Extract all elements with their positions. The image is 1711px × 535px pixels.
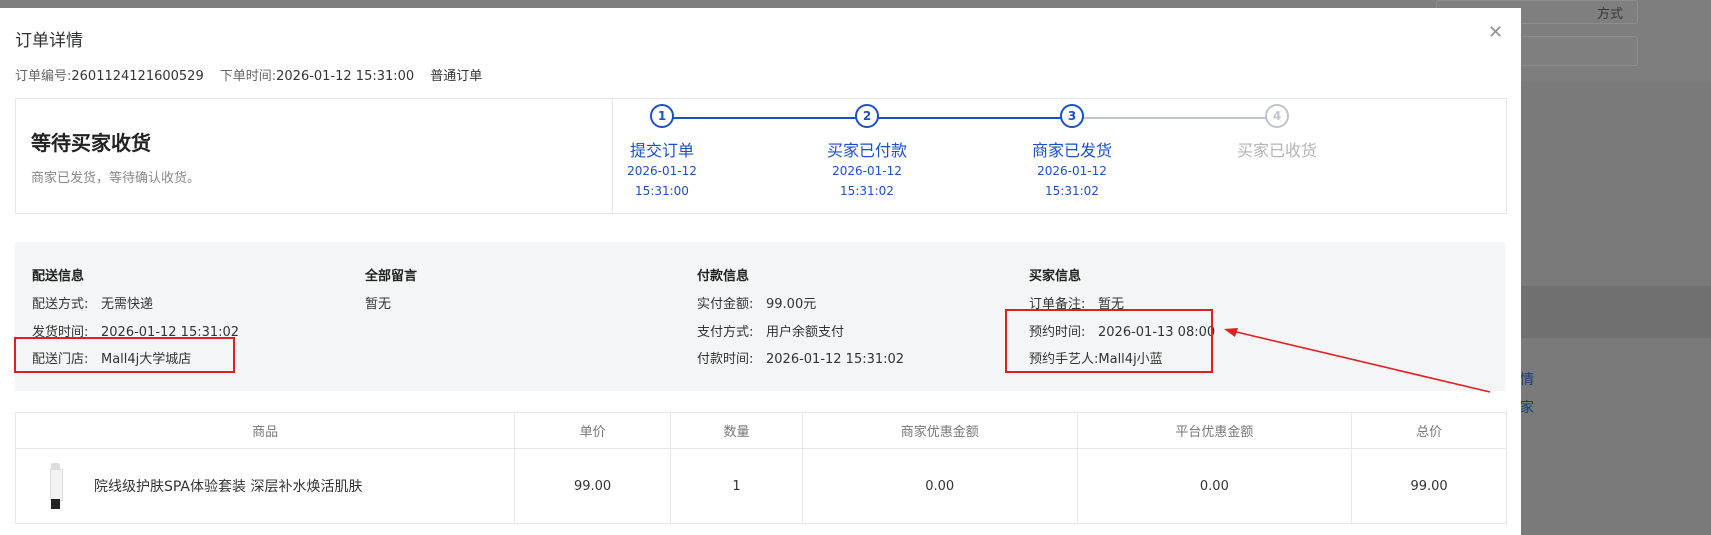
annotation-arrow [1224, 328, 1491, 393]
